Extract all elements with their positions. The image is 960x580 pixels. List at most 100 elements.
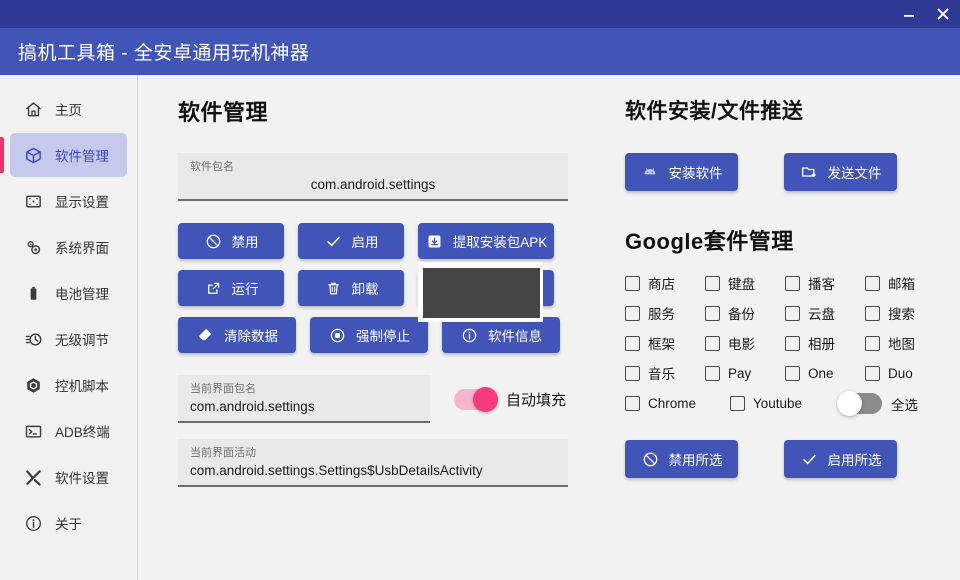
sidebar-item-stepless-adjust[interactable]: 无级调节: [10, 317, 127, 361]
send-file-button[interactable]: 发送文件: [784, 153, 897, 191]
clear-data-button[interactable]: 清除数据: [178, 317, 296, 353]
current-activity-value: com.android.settings.Settings$UsbDetails…: [190, 463, 483, 478]
checkbox-duo[interactable]: Duo: [865, 363, 945, 383]
checkbox-box[interactable]: [705, 305, 720, 321]
checkbox-label: 备份: [728, 307, 755, 322]
checkbox-box[interactable]: [705, 275, 720, 291]
current-package-value: com.android.settings: [190, 399, 315, 414]
checkbox-label: 地图: [888, 337, 915, 352]
enable-selected-button[interactable]: 启用所选: [784, 440, 897, 478]
checkbox-one[interactable]: One: [785, 363, 865, 383]
enable-button[interactable]: 启用: [298, 223, 404, 259]
checkbox-box[interactable]: [785, 335, 800, 351]
select-all-toggle[interactable]: [837, 391, 882, 416]
minimize-button[interactable]: [892, 0, 926, 28]
action-row-3: 清除数据 强制停止 软件信息: [178, 317, 568, 353]
ban-icon: [204, 232, 223, 251]
checkbox-music[interactable]: 音乐: [625, 363, 705, 383]
check-icon: [800, 450, 819, 469]
sidebar-item-home[interactable]: 主页: [10, 87, 127, 131]
sidebar-item-control-script[interactable]: 控机脚本: [10, 363, 127, 407]
extract-apk-button[interactable]: 提取安装包APK: [418, 223, 554, 259]
android-icon: [641, 163, 660, 182]
button-label: 软件信息: [488, 329, 542, 344]
checkbox-box[interactable]: [625, 305, 640, 321]
checkbox-box[interactable]: [705, 335, 720, 351]
checkbox-box[interactable]: [865, 365, 880, 381]
checkbox-photos[interactable]: 相册: [785, 333, 865, 353]
checkbox-youtube[interactable]: Youtube: [730, 396, 840, 411]
checkbox-maps[interactable]: 地图: [865, 333, 945, 353]
sidebar-item-software-settings[interactable]: 软件设置: [10, 455, 127, 499]
checkbox-box[interactable]: [705, 365, 720, 381]
sidebar-item-label: ADB终端: [55, 425, 110, 440]
button-label: 启用所选: [827, 453, 882, 468]
checkbox-label: Pay: [728, 365, 752, 381]
close-icon: [937, 8, 949, 20]
overlay-popup[interactable]: [418, 262, 543, 322]
button-label: 安装软件: [668, 166, 723, 181]
button-label: 发送文件: [827, 166, 882, 181]
checkbox-box[interactable]: [625, 335, 640, 351]
checkbox-label: 键盘: [728, 277, 755, 292]
checkbox-search[interactable]: 搜索: [865, 303, 945, 323]
uninstall-button[interactable]: 卸载: [298, 270, 404, 306]
checkbox-box[interactable]: [730, 396, 745, 411]
sidebar-item-battery-management[interactable]: 电池管理: [10, 271, 127, 315]
button-label: 启用: [351, 235, 379, 250]
sidebar-item-adb-terminal[interactable]: ADB终端: [10, 409, 127, 453]
checkbox-chrome[interactable]: Chrome: [625, 396, 730, 411]
checkbox-box[interactable]: [625, 275, 640, 291]
current-activity-field[interactable]: 当前界面活动 com.android.settings.Settings$Usb…: [178, 439, 568, 487]
disable-selected-button[interactable]: 禁用所选: [625, 440, 738, 478]
checkbox-movies[interactable]: 电影: [705, 333, 785, 353]
software-info-button[interactable]: 软件信息: [442, 317, 560, 353]
package-name-field[interactable]: 软件包名 com.android.settings: [178, 153, 568, 201]
package-icon: [22, 144, 44, 166]
select-all-toggle-wrap[interactable]: 全选: [837, 391, 918, 416]
force-stop-button[interactable]: 强制停止: [310, 317, 428, 353]
install-software-button[interactable]: 安装软件: [625, 153, 738, 191]
button-label: 清除数据: [224, 329, 278, 344]
checkbox-podcasts[interactable]: 播客: [785, 273, 865, 293]
checkbox-box[interactable]: [785, 365, 800, 381]
sidebar-item-software-management[interactable]: 软件管理: [0, 133, 127, 177]
close-button[interactable]: [926, 0, 960, 28]
checkbox-drive[interactable]: 云盘: [785, 303, 865, 323]
sidebar-item-about[interactable]: 关于: [10, 501, 127, 545]
checkbox-box[interactable]: [625, 396, 640, 411]
run-button[interactable]: 运行: [178, 270, 284, 306]
sidebar-item-label: 系统界面: [55, 241, 109, 256]
checkbox-pay[interactable]: Pay: [705, 363, 785, 383]
checkbox-keyboard[interactable]: 键盘: [705, 273, 785, 293]
checkbox-box[interactable]: [865, 305, 880, 321]
current-package-field[interactable]: 当前界面包名 com.android.settings: [178, 375, 430, 423]
checkbox-label: One: [808, 365, 834, 381]
sidebar-item-label: 无级调节: [55, 333, 109, 348]
disable-button[interactable]: 禁用: [178, 223, 284, 259]
checkbox-box[interactable]: [865, 335, 880, 351]
checkbox-framework[interactable]: 框架: [625, 333, 705, 353]
checkbox-box[interactable]: [865, 275, 880, 291]
checkbox-mail[interactable]: 邮箱: [865, 273, 945, 293]
autofill-toggle[interactable]: [454, 386, 498, 412]
sidebar-item-display-settings[interactable]: 显示设置: [10, 179, 127, 223]
checkbox-backup[interactable]: 备份: [705, 303, 785, 323]
checkbox-label: 框架: [648, 337, 675, 352]
minimize-icon: [904, 15, 914, 17]
display-icon: [22, 190, 44, 212]
home-icon: [22, 98, 44, 120]
checkbox-label: 云盘: [808, 307, 835, 322]
autofill-toggle-wrap[interactable]: 自动填充: [454, 386, 566, 412]
checkbox-box[interactable]: [625, 365, 640, 381]
install-push-buttons: 安装软件 发送文件: [625, 153, 945, 191]
checkbox-store[interactable]: 商店: [625, 273, 705, 293]
checkbox-box[interactable]: [785, 305, 800, 321]
stop-circle-icon: [328, 326, 347, 345]
google-suite-checkbox-grid: 商店 键盘 播客 邮箱 服务 备份 云盘 搜索 框架 电影 相册 地图 音乐 P…: [625, 273, 945, 383]
checkbox-box[interactable]: [785, 275, 800, 291]
sidebar-item-system-ui[interactable]: 系统界面: [10, 225, 127, 269]
sidebar-item-label: 软件管理: [55, 149, 109, 164]
checkbox-services[interactable]: 服务: [625, 303, 705, 323]
checkbox-label: Youtube: [753, 396, 803, 411]
